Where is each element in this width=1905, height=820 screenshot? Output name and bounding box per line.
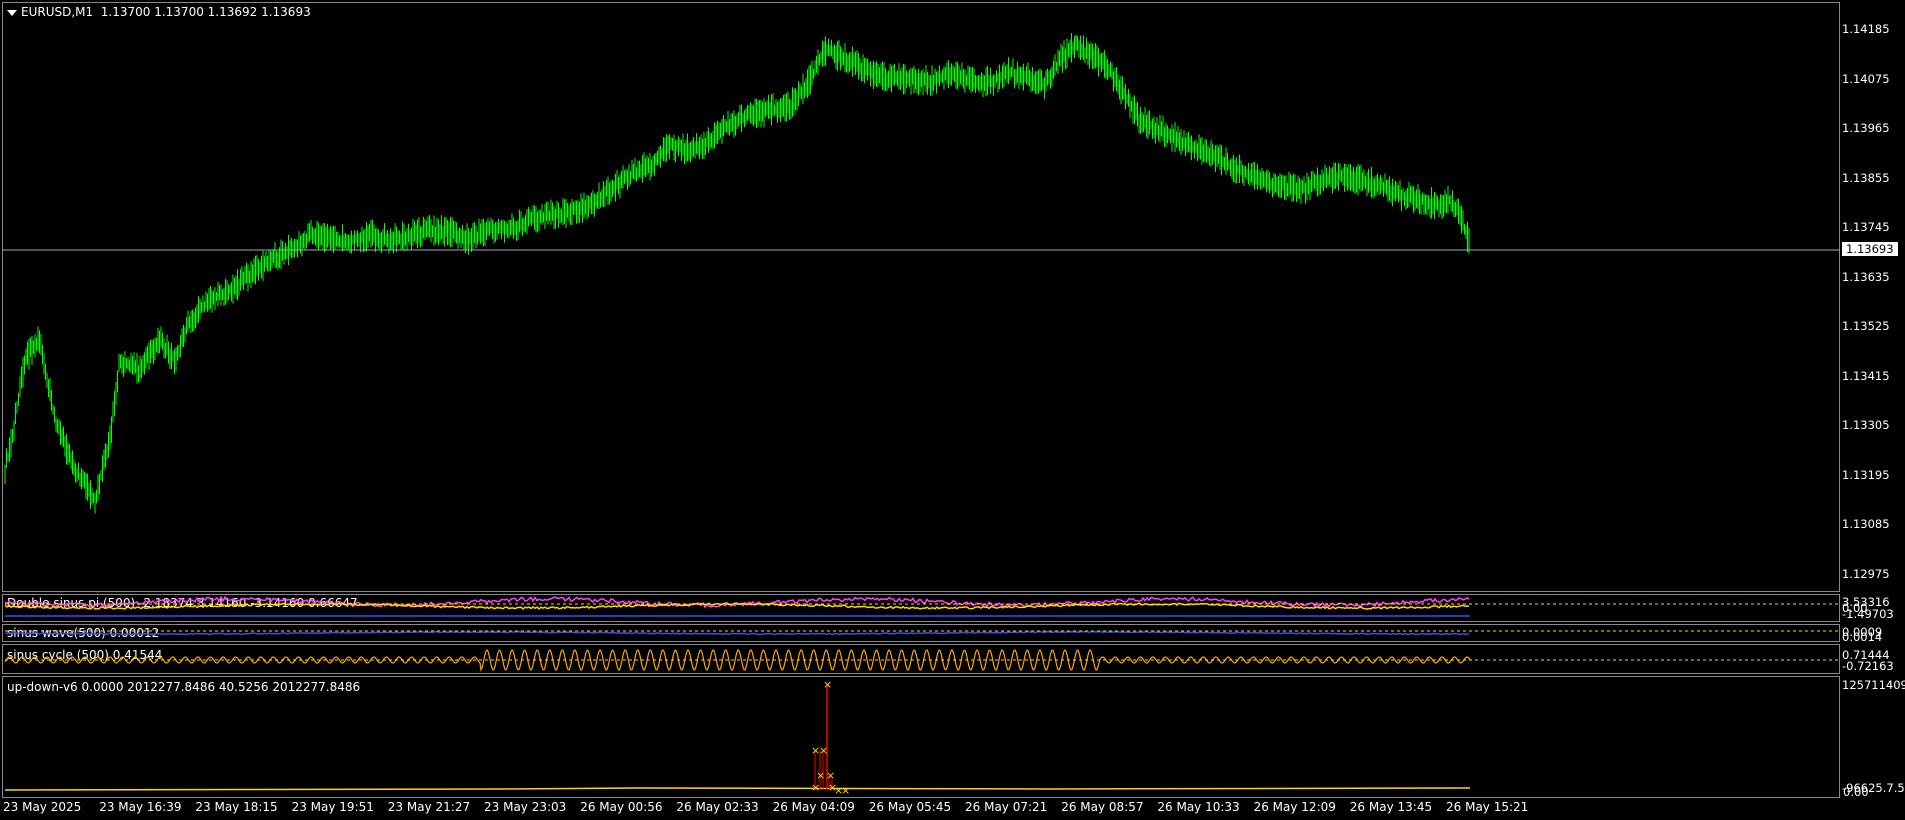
current-price-tag: 1.13693 [1842, 242, 1898, 256]
up-down-scale-zero: 0.00 [1843, 785, 1869, 799]
price-scale-label: 1.13745 [1842, 220, 1890, 234]
sinus-wave-line [4, 630, 1470, 636]
price-scale-label: 1.13415 [1842, 368, 1890, 383]
time-axis-label: 26 May 04:09 [772, 800, 855, 814]
time-axis-label: 23 May 19:51 [291, 800, 374, 814]
time-axis-label: 26 May 12:09 [1253, 800, 1336, 814]
double-sinus-scale-bottom: -1.49703 [1842, 607, 1894, 621]
up-down-marker: × [841, 784, 850, 797]
time-axis-label: 23 May 2025 [3, 800, 82, 814]
time-axis-label: 26 May 10:33 [1157, 800, 1240, 814]
time-axis-label: 26 May 08:57 [1061, 800, 1144, 814]
time-axis-label: 26 May 07:21 [965, 800, 1048, 814]
price-scale-label: 1.13635 [1842, 269, 1890, 284]
time-axis-label: 23 May 16:39 [99, 800, 182, 814]
time-axis-label: 26 May 05:45 [868, 800, 952, 814]
price-bars [4, 33, 1470, 514]
chart-canvas: ×××× ×× ××× [2, 33, 1840, 797]
price-scale-label: 1.13855 [1842, 170, 1890, 185]
up-down-marker: × [811, 781, 820, 794]
time-axis-label: 23 May 23:03 [484, 800, 567, 814]
time-axis-label: 26 May 00:56 [580, 800, 663, 814]
price-scale-label: 1.13965 [1842, 121, 1890, 135]
up-down-marker: × [819, 744, 828, 757]
time-axis-label: 23 May 21:27 [387, 800, 471, 814]
up-down-scale-top: 125711409 [1842, 678, 1905, 692]
up-down-marker: × [823, 678, 832, 691]
price-scale-label: 1.13195 [1842, 467, 1890, 482]
price-scale-label: 1.13085 [1842, 517, 1890, 531]
time-axis-label: 26 May 13:45 [1349, 800, 1433, 814]
price-scale-label: 1.14075 [1842, 71, 1890, 86]
up-down-baseline [4, 787, 1471, 791]
price-scale-label: 1.13305 [1842, 418, 1890, 432]
sinus-wave-scale-bottom: 0.0014 [1842, 630, 1883, 644]
price-scale-label: 1.14185 [1842, 22, 1890, 36]
time-axis-label: 26 May 15:21 [1446, 800, 1529, 814]
sinus-cycle-scale-bottom: -0.72163 [1842, 659, 1894, 673]
price-scale-label: 1.12975 [1842, 566, 1890, 581]
time-axis-label: 26 May 02:33 [676, 800, 759, 814]
price-scale-label: 1.13525 [1842, 319, 1890, 333]
time-axis-label: 23 May 18:15 [195, 800, 278, 814]
